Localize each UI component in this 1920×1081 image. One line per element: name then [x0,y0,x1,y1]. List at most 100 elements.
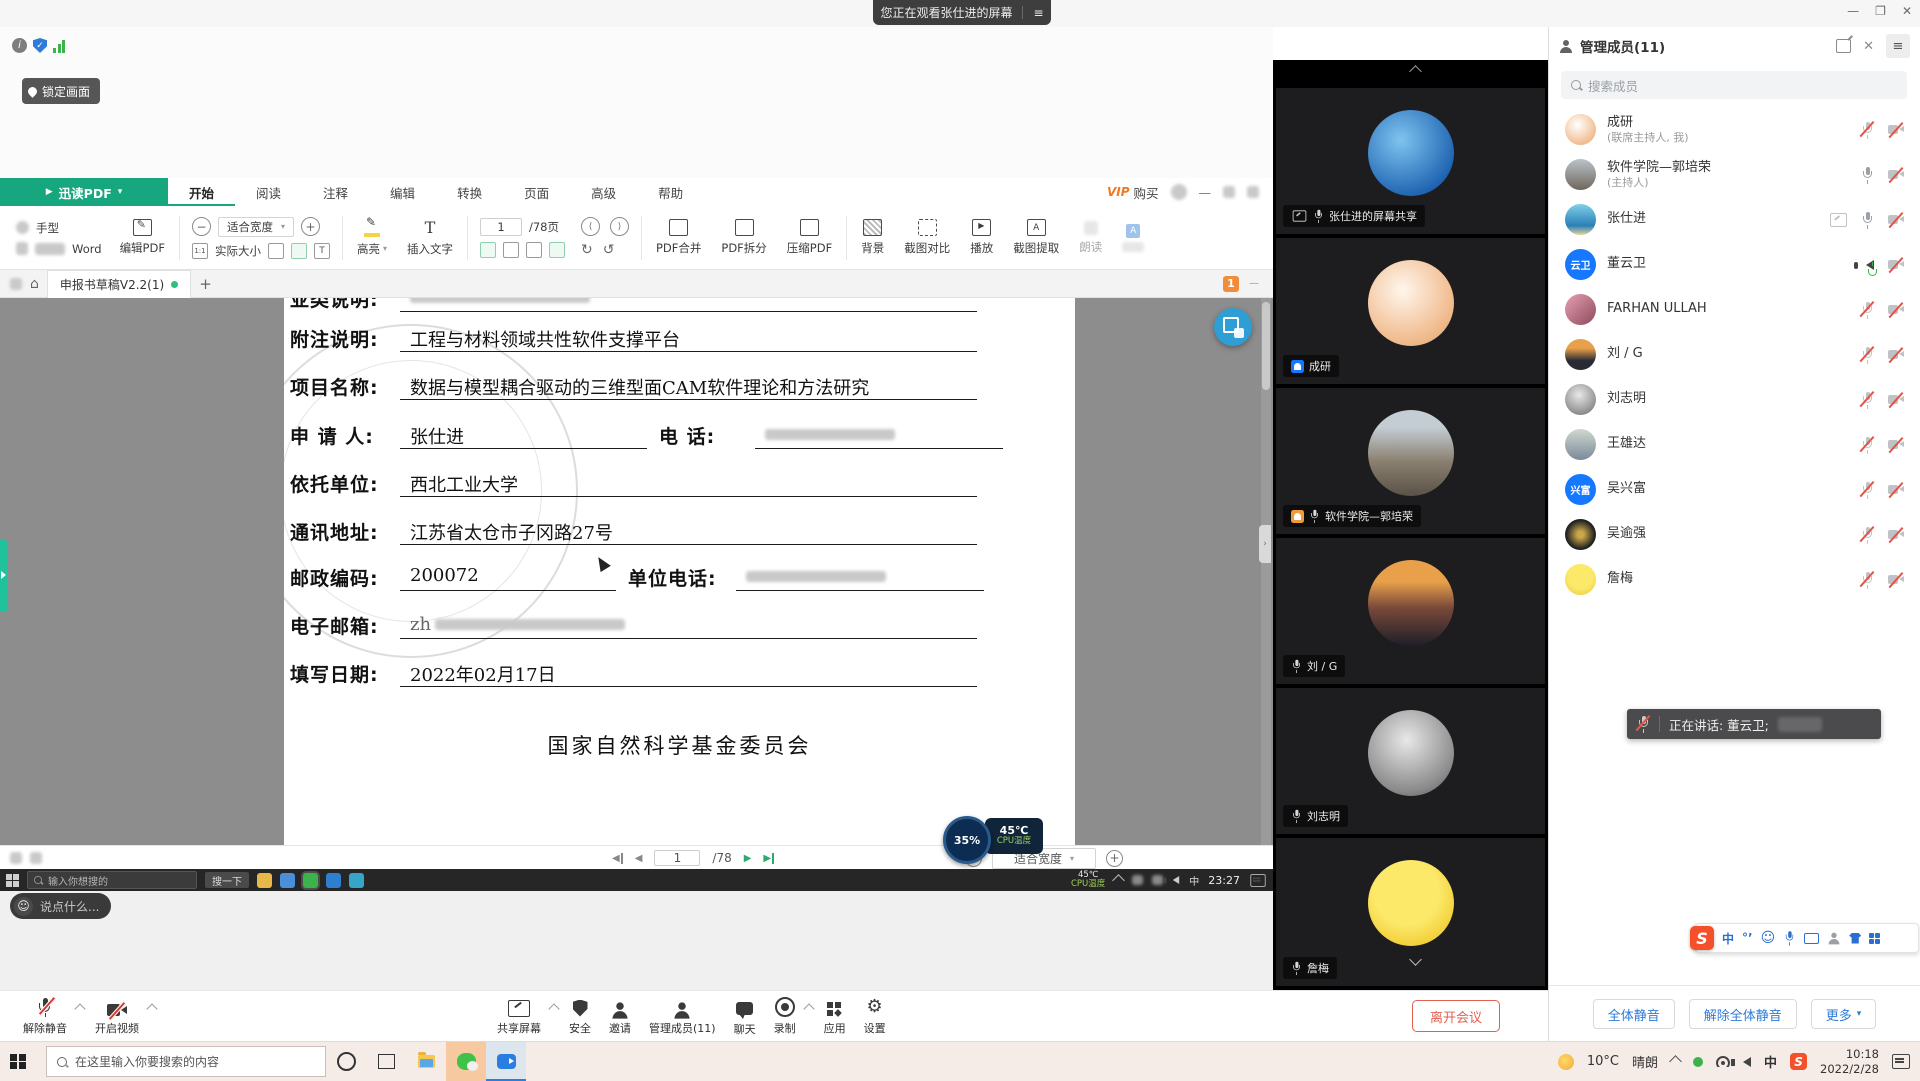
minimize-icon[interactable]: — [1847,4,1859,18]
cpu-percent-ball[interactable]: 35% [943,816,991,864]
voice-input-icon[interactable] [1784,931,1795,945]
video-tile[interactable]: 软件学院—郭培荣 [1276,388,1545,534]
lang-mode-icon[interactable]: 中 [1722,930,1734,947]
fit-text-icon[interactable]: T [314,243,330,259]
shared-cpu-tray[interactable]: 45℃ CPU温度 [1071,871,1105,890]
member-row[interactable]: 成研(联席主持人, 我) [1549,107,1920,152]
view-grid-icon[interactable] [526,242,542,258]
pdf-tab-annotate[interactable]: 注释 [302,178,369,206]
chat-button[interactable]: 聊天 [725,995,765,1037]
pdf-merge-button[interactable]: PDF合并 [646,219,711,256]
start-video-button[interactable]: 开启视频 [86,997,148,1036]
account-icon[interactable] [1828,932,1841,944]
account-avatar[interactable] [1171,184,1187,200]
pdf-tab-advanced[interactable]: 高级 [570,178,637,206]
member-row[interactable]: 吴逾强 [1549,512,1920,557]
camera-off-icon[interactable] [1888,349,1904,361]
save-icon[interactable] [10,278,22,290]
mic-muted-icon[interactable] [1861,392,1874,408]
camera-off-icon[interactable] [1888,529,1904,541]
mic-options-caret[interactable] [74,1003,85,1014]
security-shield-icon[interactable]: ✓ [33,38,47,53]
next-view-icon[interactable]: ⟩ [610,217,629,236]
panel-menu-icon[interactable]: ≡ [1886,34,1910,58]
shared-search-button[interactable]: 搜一下 [205,872,249,888]
cortana-button[interactable] [326,1042,366,1081]
translate-float-button[interactable] [1214,308,1252,346]
camera-off-icon[interactable] [1888,214,1904,226]
select-tool-icon[interactable] [16,242,28,255]
tray-icon[interactable] [1132,875,1143,885]
notification-center-icon[interactable] [1892,1054,1910,1069]
info-icon[interactable]: i [12,38,27,53]
mic-on-icon[interactable] [1861,167,1874,183]
member-search-input[interactable]: 搜索成员 [1561,71,1907,99]
close-icon[interactable]: ✕ [1902,4,1912,18]
share-screen-button[interactable]: 共享屏幕 [488,997,550,1036]
pdf-split-button[interactable]: PDF拆分 [711,219,776,256]
status-page-input[interactable]: 1 [654,850,700,866]
background-button[interactable]: 背景 [851,219,894,256]
notification-badge[interactable]: 1 [1223,276,1239,292]
scrollbar-thumb[interactable] [1262,302,1270,390]
zoom-out-icon[interactable]: − [192,217,211,236]
member-row[interactable]: 兴富 吴兴富 [1549,467,1920,512]
weather-temp[interactable]: 10°C [1587,1054,1619,1069]
lock-screen-button[interactable]: 锁定画面 [22,78,100,104]
mic-muted-icon[interactable] [1861,527,1874,543]
tray-icon[interactable] [1152,875,1163,885]
wechat-taskbar-button[interactable] [446,1042,486,1081]
punctuation-icon[interactable]: °’ [1742,931,1753,945]
leave-meeting-button[interactable]: 离开会议 [1412,1000,1500,1032]
screenshot-extract-button[interactable]: A 截图提取 [1003,219,1069,256]
page-number-input[interactable]: 1 [480,218,522,236]
document-scrollbar[interactable] [1261,298,1271,845]
mic-muted-icon[interactable] [1861,437,1874,453]
record-options-caret[interactable] [803,1003,814,1014]
shared-browser-icon[interactable] [280,873,295,888]
unmute-button[interactable]: 解除静音 [14,997,76,1036]
fit-width-icon[interactable] [291,243,307,259]
popout-icon[interactable] [1836,39,1851,53]
input-lang-indicator[interactable]: 中 [1764,1052,1777,1071]
skin-icon[interactable] [1849,933,1861,944]
mute-all-button[interactable]: 全体静音 [1593,999,1675,1029]
wifi-icon[interactable] [1716,1056,1730,1067]
mic-on-icon[interactable] [1861,212,1874,228]
pdf-document-area[interactable]: 亚类说明: 附注说明: 工程与材料领域共性软件支撑平台 项目名称: 数据与模型耦… [0,298,1273,845]
new-tab-button[interactable]: + [199,275,212,293]
fit-page-icon[interactable] [268,243,284,259]
actual-size-label[interactable]: 实际大小 [215,243,261,259]
wechat-tray-icon[interactable] [1693,1057,1703,1067]
camera-off-icon[interactable] [1888,574,1904,586]
mic-muted-icon[interactable] [1861,347,1874,363]
zoom-level-select[interactable]: 适合宽度 ▾ [218,217,294,237]
sogou-logo-icon[interactable]: S [1690,926,1714,950]
tray-lang-indicator[interactable]: 中 [1189,873,1199,888]
panel-close-icon[interactable]: ✕ [1863,39,1874,54]
maximize-icon[interactable]: ❐ [1875,4,1886,18]
view-continuous-icon[interactable] [549,242,565,258]
keyboard-icon[interactable] [1804,933,1819,944]
weather-text[interactable]: 晴朗 [1632,1052,1658,1071]
taskbar-search-input[interactable]: 在这里输入你要搜索的内容 [46,1046,326,1077]
actual-size-icon[interactable]: 1:1 [192,243,208,259]
collapse-toolbar-icon[interactable]: — [1249,278,1259,289]
document-tab[interactable]: 申报书草稿V2.2(1) [47,270,191,298]
share-options-caret[interactable] [548,1003,559,1014]
cpu-temp-panel[interactable]: 45℃ CPU温度 [985,818,1043,854]
camera-off-icon[interactable] [1888,259,1904,271]
meeting-taskbar-button[interactable] [486,1042,526,1081]
member-row[interactable]: 软件学院—郭培荣(主持人) [1549,152,1920,197]
record-button[interactable]: 录制 [765,997,805,1036]
home-icon[interactable]: ⌂ [30,276,39,292]
next-page-icon[interactable]: ▶ [744,853,752,864]
member-row[interactable]: 云卫 董云卫 [1549,242,1920,287]
first-page-icon[interactable]: ◀ [612,853,623,864]
pdf-close-icon[interactable] [1247,186,1259,198]
prev-view-icon[interactable]: ⟨ [581,217,600,236]
pdf-logo-button[interactable]: ▶ 迅读PDF ▾ [0,178,168,206]
tray-volume-icon[interactable] [1173,876,1179,884]
pdf-tab-page[interactable]: 页面 [503,178,570,206]
screenshot-compare-button[interactable]: 截图对比 [894,219,960,256]
